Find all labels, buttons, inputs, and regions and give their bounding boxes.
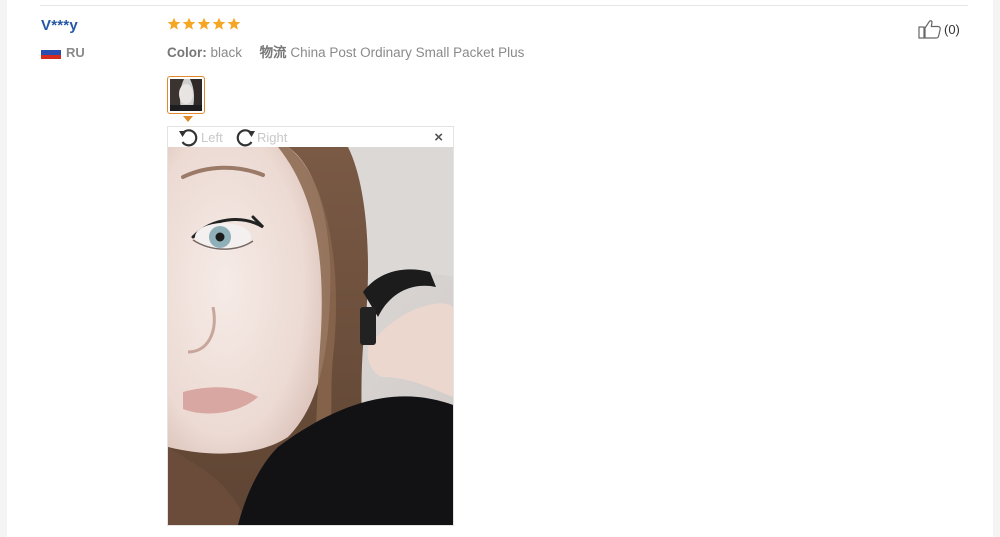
helpful-count: (0) <box>944 21 960 37</box>
color-value: black <box>210 45 243 60</box>
review-card: V***y RU Color: black 物流 China Post Ordi… <box>7 0 993 537</box>
reviewer-name: V***y <box>41 17 78 34</box>
rotate-right-button[interactable]: Right <box>234 127 287 147</box>
rotate-left-button[interactable]: Left <box>178 127 223 147</box>
divider <box>40 5 968 6</box>
review-photo-thumbnail[interactable] <box>167 76 205 114</box>
star-icon <box>212 17 226 30</box>
country-code: RU <box>66 45 85 60</box>
rotate-left-icon <box>179 129 198 147</box>
review-photo-large <box>168 147 453 525</box>
shipping-label: 物流 <box>259 45 287 60</box>
shipping-value: China Post Ordinary Small Packet Plus <box>290 45 525 60</box>
star-icon <box>167 17 181 30</box>
helpful-button[interactable]: (0) <box>918 19 960 39</box>
order-attributes: Color: black 物流 China Post Ordinary Smal… <box>167 41 524 61</box>
thumbs-up-icon <box>918 20 941 39</box>
photo-viewer: Left Right × <box>167 126 454 526</box>
star-icon <box>227 17 241 30</box>
color-label: Color: <box>167 45 207 60</box>
close-icon[interactable]: × <box>434 130 443 145</box>
star-icon <box>197 17 211 30</box>
rotate-left-label: Left <box>201 129 223 145</box>
photo-viewer-toolbar: Left Right × <box>168 127 453 147</box>
thumbnail-pointer <box>183 116 193 122</box>
photo-thumbnail-image <box>170 79 202 111</box>
reviewer-country: RU <box>41 45 85 60</box>
star-icon <box>182 17 196 30</box>
rotate-right-icon <box>236 129 255 147</box>
russia-flag-icon <box>41 46 61 59</box>
rotate-right-label: Right <box>257 129 288 145</box>
star-rating <box>167 17 241 31</box>
